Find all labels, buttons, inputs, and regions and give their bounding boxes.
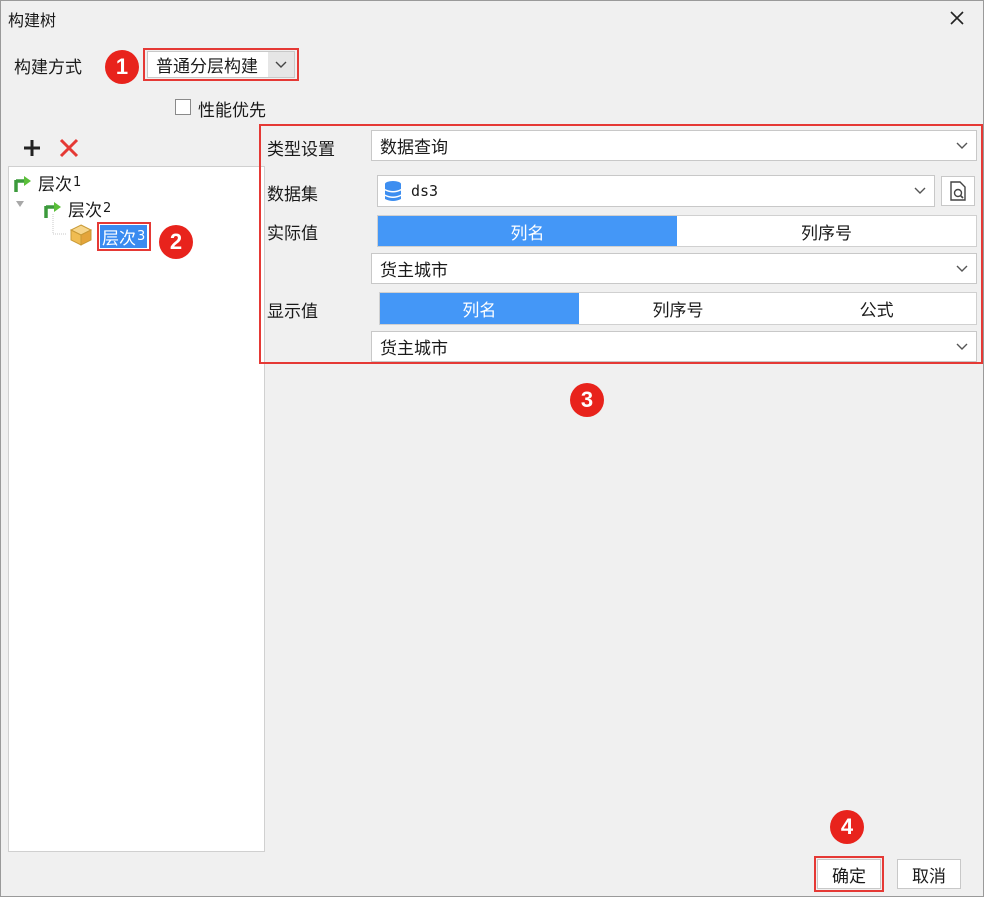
- delete-level-button[interactable]: [57, 136, 81, 160]
- tree-item-label: 层次: [68, 201, 102, 221]
- dataset-select[interactable]: ds3: [377, 175, 935, 207]
- type-setting-value: 数据查询: [380, 138, 448, 158]
- dataset-label: 数据集: [267, 185, 318, 205]
- display-value-label: 显示值: [267, 302, 318, 322]
- type-setting-label: 类型设置: [267, 140, 335, 160]
- tree-item-label: 层次: [102, 229, 136, 249]
- display-tab-column-index[interactable]: 列序号: [579, 293, 778, 324]
- window-title: 构建树: [8, 11, 57, 30]
- chevron-down-icon: [948, 254, 976, 283]
- performance-priority-label: 性能优先: [198, 101, 266, 121]
- build-mode-select[interactable]: 普通分层构建: [147, 51, 295, 78]
- database-icon: [385, 181, 401, 201]
- chevron-down-icon: [948, 332, 976, 361]
- level-tree-panel: [8, 166, 265, 852]
- expand-caret-icon[interactable]: [16, 201, 24, 207]
- display-tab-formula[interactable]: 公式: [777, 293, 976, 324]
- display-value-value: 货主城市: [380, 339, 448, 359]
- level-branch-icon: [14, 175, 31, 192]
- chevron-down-icon: [948, 131, 976, 160]
- build-mode-label: 构建方式: [14, 58, 82, 78]
- preview-document-icon: [950, 181, 966, 201]
- chevron-down-icon: [906, 176, 934, 206]
- dataset-value: ds3: [411, 182, 439, 200]
- display-value-select[interactable]: 货主城市: [371, 331, 977, 362]
- actual-tab-column-index[interactable]: 列序号: [677, 216, 976, 246]
- tree-item-number: 2: [103, 201, 112, 216]
- display-value-mode-tabs: 列名 列序号 公式: [379, 292, 977, 325]
- plus-icon: [24, 140, 40, 156]
- actual-value-label: 实际值: [267, 224, 318, 244]
- tree-item-level-2[interactable]: 层次 2: [42, 196, 111, 221]
- chevron-down-icon: [268, 52, 294, 77]
- performance-priority-checkbox[interactable]: [175, 99, 191, 115]
- close-button[interactable]: [940, 4, 974, 32]
- step-badge-4: 4: [830, 810, 864, 844]
- step-badge-3: 3: [570, 383, 604, 417]
- preview-dataset-button[interactable]: [941, 176, 975, 206]
- actual-value-select[interactable]: 货主城市: [371, 253, 977, 284]
- actual-value-value: 货主城市: [380, 261, 448, 281]
- title-bar: [1, 1, 983, 35]
- cancel-button[interactable]: 取消: [897, 859, 961, 889]
- tree-item-level-3-label[interactable]: 层次 3: [100, 225, 148, 249]
- cube-icon: [69, 224, 93, 246]
- tree-item-label: 层次: [38, 175, 72, 195]
- actual-tab-column-name[interactable]: 列名: [378, 216, 677, 246]
- ok-button[interactable]: 确定: [817, 859, 881, 889]
- tree-item-level-1[interactable]: 层次 1: [12, 170, 81, 195]
- step-badge-2: 2: [159, 225, 193, 259]
- delete-x-icon: [59, 138, 79, 158]
- build-mode-value: 普通分层构建: [156, 57, 258, 77]
- actual-value-mode-tabs: 列名 列序号: [377, 215, 977, 247]
- type-setting-select[interactable]: 数据查询: [371, 130, 977, 161]
- add-level-button[interactable]: [20, 136, 44, 160]
- tree-item-number: 1: [73, 175, 82, 190]
- step-badge-1: 1: [105, 50, 139, 84]
- tree-item-number: 3: [137, 229, 146, 244]
- level-branch-icon: [44, 201, 61, 218]
- tree-item-level-3[interactable]: [68, 223, 98, 247]
- close-icon: [950, 11, 964, 25]
- display-tab-column-name[interactable]: 列名: [380, 293, 579, 324]
